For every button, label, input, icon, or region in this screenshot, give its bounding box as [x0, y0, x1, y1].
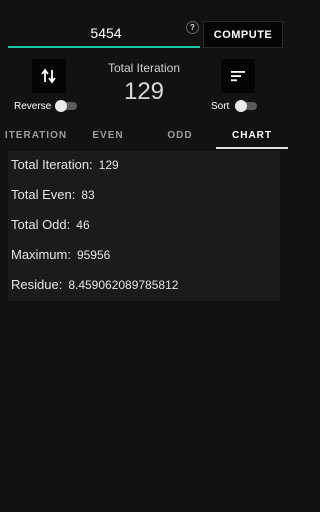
tab-chart[interactable]: CHART	[216, 120, 288, 150]
stat-label: Residue:	[11, 277, 63, 292]
stat-row-residue: Residue: 8.459062089785812	[11, 277, 178, 292]
active-tab-indicator	[216, 147, 288, 149]
stat-row-total-even: Total Even: 83	[11, 187, 95, 202]
help-icon[interactable]: ?	[186, 21, 199, 34]
stat-label: Total Even:	[11, 187, 76, 202]
number-input-container	[8, 18, 204, 48]
reverse-label: Reverse	[14, 101, 52, 112]
sort-label: Sort	[211, 101, 230, 112]
stat-value: 129	[98, 158, 119, 172]
tab-iteration[interactable]: ITERATION	[0, 120, 72, 150]
tab-bar: ITERATION EVEN ODD CHART	[0, 120, 288, 150]
sort-button[interactable]	[221, 59, 255, 93]
toggle-thumb	[55, 100, 67, 112]
reverse-button[interactable]	[32, 59, 66, 93]
sort-toggle[interactable]	[235, 100, 257, 112]
stat-row-total-iteration: Total Iteration: 129	[11, 157, 119, 172]
status-bar	[0, 0, 288, 10]
total-iteration-value: 129	[123, 78, 165, 105]
stat-label: Total Iteration:	[11, 157, 93, 172]
stat-row-maximum: Maximum: 95956	[11, 247, 110, 262]
compute-button[interactable]: COMPUTE	[203, 21, 283, 48]
reverse-toggle[interactable]	[55, 100, 77, 112]
number-input[interactable]	[8, 18, 204, 48]
stat-value: 46	[76, 218, 90, 232]
stat-value: 83	[81, 188, 95, 202]
stat-value: 95956	[76, 248, 111, 262]
stats-panel: Total Iteration: 129 Total Even: 83 Total …	[8, 151, 280, 301]
total-iteration-label: Total Iteration	[107, 61, 181, 75]
sort-icon	[231, 71, 245, 82]
tab-even[interactable]: EVEN	[72, 120, 144, 150]
stat-label: Maximum:	[11, 247, 71, 262]
swap-vertical-icon	[41, 68, 56, 84]
stat-value: 8.459062089785812	[68, 278, 179, 292]
stat-row-total-odd: Total Odd: 46	[11, 217, 90, 232]
stat-label: Total Odd:	[11, 217, 71, 232]
tab-odd[interactable]: ODD	[144, 120, 216, 150]
toggle-thumb	[235, 100, 247, 112]
